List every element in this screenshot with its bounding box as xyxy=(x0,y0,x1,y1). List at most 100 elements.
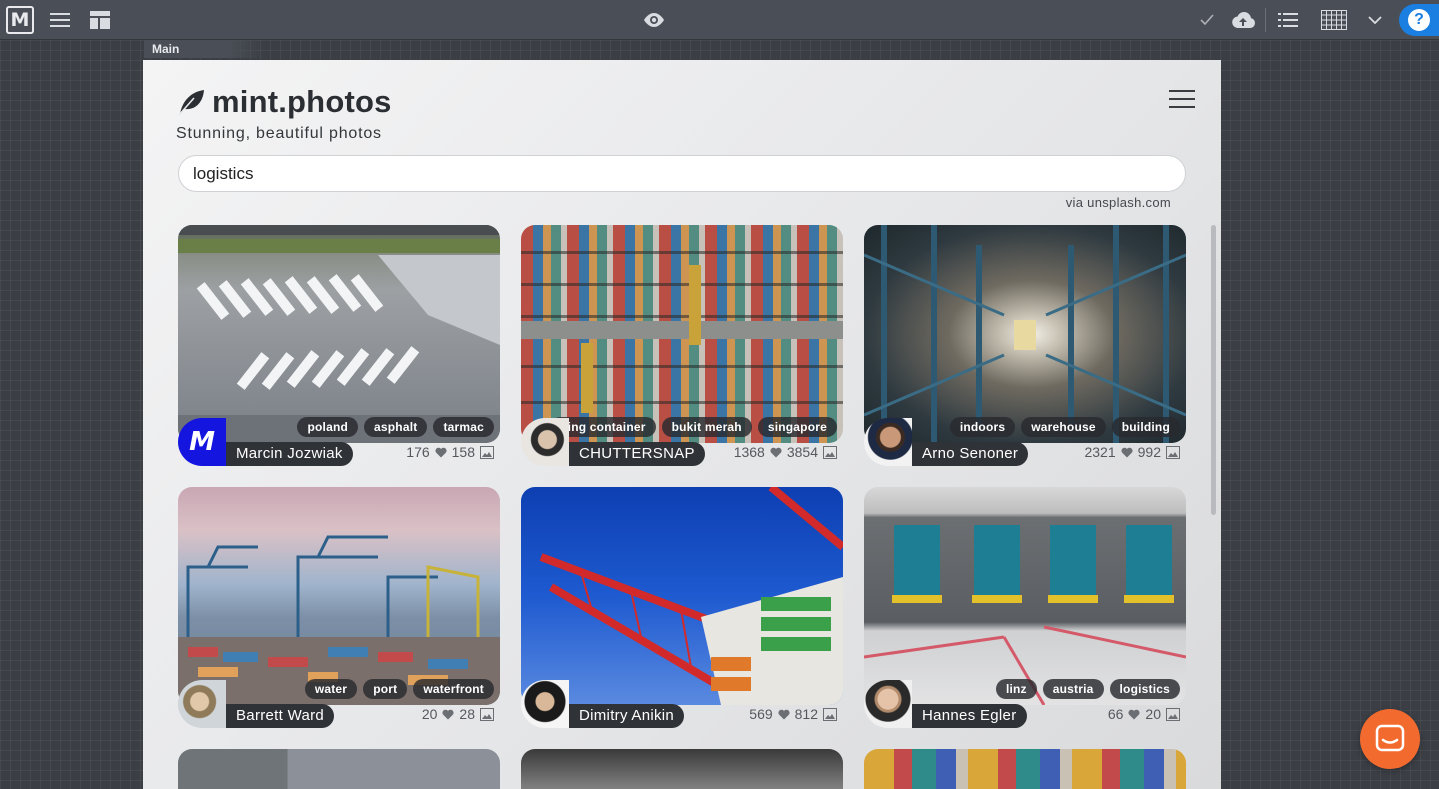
heart-icon xyxy=(1121,447,1133,457)
photo-container-port[interactable] xyxy=(521,225,843,443)
likes-count: 66 xyxy=(1107,706,1124,722)
check-icon xyxy=(1198,0,1216,40)
photo-stats: 569 812 xyxy=(749,706,837,722)
photos-count: 28 xyxy=(459,706,475,722)
tag[interactable]: linz xyxy=(995,679,1037,699)
photos-count: 158 xyxy=(451,444,475,460)
photos-count: 20 xyxy=(1145,706,1161,722)
photo-card[interactable]: Dimitry Anikin 569 812 xyxy=(521,487,843,731)
heart-icon xyxy=(435,447,447,457)
layout-icon[interactable] xyxy=(88,0,112,40)
tag[interactable]: port xyxy=(363,679,408,699)
tag[interactable]: tarmac xyxy=(433,417,494,437)
photo-tags: indoors warehouse building xyxy=(949,417,1180,437)
app-title: mint.photos xyxy=(212,84,392,119)
app-logo[interactable]: M xyxy=(6,0,34,40)
photo-harbor-cranes[interactable] xyxy=(178,487,500,705)
likes-count: 569 xyxy=(749,706,773,722)
photo-card[interactable]: indoors warehouse building Arno Senoner … xyxy=(864,225,1186,469)
image-icon xyxy=(480,445,494,459)
author-name[interactable]: CHUTTERSNAP xyxy=(569,442,705,466)
likes-count: 20 xyxy=(421,706,438,722)
photo-tags: linz austria logistics xyxy=(995,679,1180,699)
avatar[interactable]: M xyxy=(178,418,226,466)
leaf-icon xyxy=(178,90,204,116)
photo-card[interactable]: poland asphalt tarmac M Marcin Jozwiak 1… xyxy=(178,225,500,469)
photo-tags: water port waterfront xyxy=(304,679,494,699)
chat-icon xyxy=(1375,724,1405,752)
avatar[interactable] xyxy=(521,680,569,728)
list-icon[interactable] xyxy=(1276,0,1300,40)
chat-button[interactable] xyxy=(1360,709,1420,769)
grid-table-icon[interactable] xyxy=(1320,0,1348,40)
app-tagline: Stunning, beautiful photos xyxy=(176,125,382,142)
tag[interactable]: logistics xyxy=(1109,679,1180,699)
photo-red-crane[interactable] xyxy=(521,487,843,705)
help-button[interactable]: ? xyxy=(1399,4,1439,36)
brand[interactable]: mint.photos xyxy=(176,84,392,120)
photo-loading-docks[interactable] xyxy=(864,487,1186,705)
avatar[interactable] xyxy=(521,418,569,466)
menu-icon[interactable] xyxy=(48,0,72,40)
tag[interactable]: building xyxy=(1111,417,1180,437)
image-icon xyxy=(480,707,494,721)
photo-stats: 20 28 xyxy=(422,706,494,722)
photo-warehouse[interactable] xyxy=(864,225,1186,443)
preview-eye-icon[interactable] xyxy=(640,0,668,40)
photo-aerial-warehouse[interactable] xyxy=(178,749,500,789)
photo-card[interactable]: water port waterfront Barrett Ward 20 28 xyxy=(178,487,500,731)
toolbar-divider xyxy=(1265,8,1266,32)
photos-count: 992 xyxy=(1137,444,1161,460)
photos-count: 812 xyxy=(794,706,818,722)
heart-icon xyxy=(1128,709,1140,719)
photo-card[interactable]: linz austria logistics Hannes Egler 66 2… xyxy=(864,487,1186,731)
author-name[interactable]: Dimitry Anikin xyxy=(569,704,685,728)
image-icon xyxy=(823,445,837,459)
help-icon: ? xyxy=(1408,9,1430,31)
cloud-upload-icon[interactable] xyxy=(1229,0,1257,40)
photo-colored-containers[interactable] xyxy=(864,749,1186,789)
image-icon xyxy=(1166,707,1180,721)
app-frame: mint.photos Stunning, beautiful photos v… xyxy=(143,60,1221,789)
tag[interactable]: indoors xyxy=(949,417,1016,437)
heart-icon xyxy=(778,709,790,719)
author-name[interactable]: Marcin Jozwiak xyxy=(226,442,353,466)
avatar[interactable] xyxy=(864,680,912,728)
search-input[interactable] xyxy=(178,155,1186,192)
photo-stats: 66 20 xyxy=(1108,706,1180,722)
scrollbar[interactable] xyxy=(1211,225,1216,515)
likes-count: 2321 xyxy=(1084,444,1116,460)
tag[interactable]: water xyxy=(304,679,358,699)
tag[interactable]: singapore xyxy=(757,417,837,437)
logo-letter: M xyxy=(6,6,34,34)
avatar[interactable] xyxy=(864,418,912,466)
chevron-down-icon[interactable] xyxy=(1366,0,1384,40)
photos-count: 3854 xyxy=(786,444,818,460)
tag[interactable]: warehouse xyxy=(1021,417,1106,437)
likes-count: 1368 xyxy=(733,444,765,460)
photo-card[interactable]: ping container bukit merah singapore CHU… xyxy=(521,225,843,469)
source-credit: via unsplash.com xyxy=(1065,195,1171,210)
author-name[interactable]: Barrett Ward xyxy=(226,704,335,728)
image-icon xyxy=(823,707,837,721)
photo-dark-sky[interactable] xyxy=(521,749,843,789)
avatar[interactable] xyxy=(178,680,226,728)
author-name[interactable]: Hannes Egler xyxy=(912,704,1027,728)
photo-tags: poland asphalt tarmac xyxy=(297,417,494,437)
photo-tags: ping container bukit merah singapore xyxy=(550,417,837,437)
tag[interactable]: asphalt xyxy=(364,417,428,437)
heart-icon xyxy=(770,447,782,457)
heart-icon xyxy=(442,709,454,719)
image-icon xyxy=(1166,445,1180,459)
hamburger-menu-icon[interactable] xyxy=(1169,90,1195,108)
author-name[interactable]: Arno Senoner xyxy=(912,442,1029,466)
tab-main[interactable]: Main xyxy=(144,40,264,58)
photo-stats: 1368 3854 xyxy=(734,444,837,460)
tag[interactable]: bukit merah xyxy=(661,417,752,437)
tag[interactable]: waterfront xyxy=(413,679,494,699)
tag[interactable]: austria xyxy=(1042,679,1104,699)
photo-stats: 176 158 xyxy=(406,444,494,460)
tag[interactable]: poland xyxy=(297,417,359,437)
photo-parking-lot[interactable] xyxy=(178,225,500,443)
likes-count: 176 xyxy=(406,444,430,460)
